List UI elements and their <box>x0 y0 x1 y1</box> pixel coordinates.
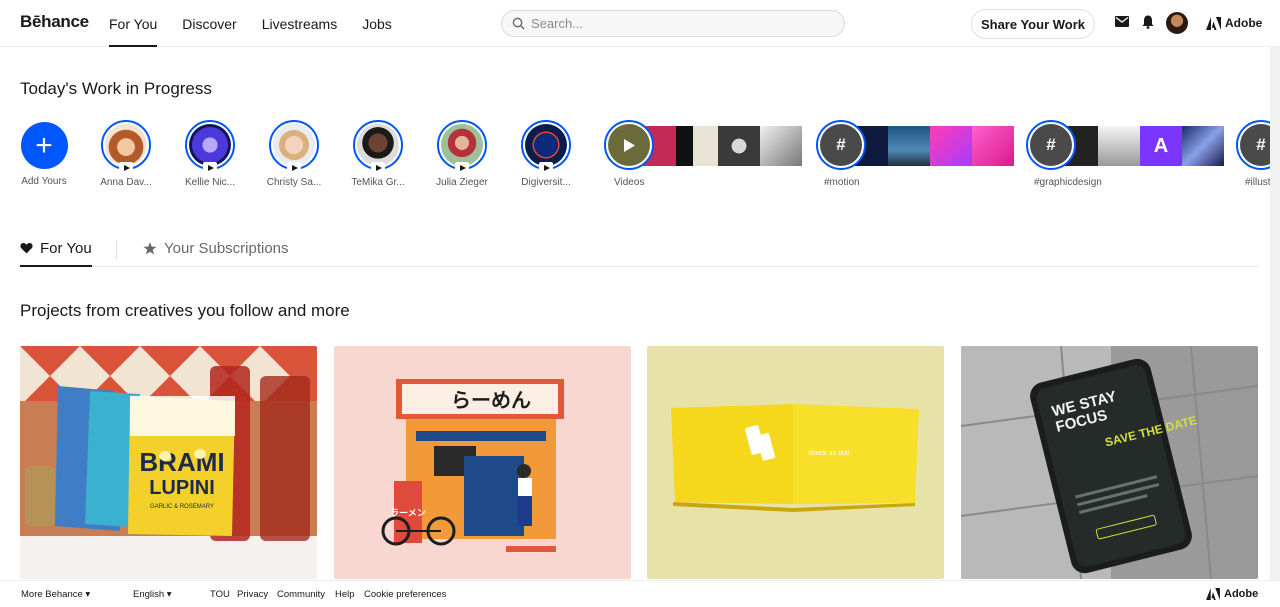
nav-livestreams[interactable]: Livestreams <box>262 0 337 47</box>
hashtag-icon: # <box>820 124 862 166</box>
tab-label: Your Subscriptions <box>164 239 289 257</box>
card3-text: check us out! <box>808 450 849 457</box>
story-item[interactable]: Digiversit... <box>516 120 576 188</box>
footer-link-privacy[interactable]: Privacy <box>237 589 268 600</box>
search-icon <box>512 17 525 30</box>
top-navigation-bar: Bēhance For You Discover Livestreams Job… <box>0 0 1280 47</box>
story-label: Kellie Nic... <box>184 177 235 188</box>
adobe-icon <box>1206 588 1220 600</box>
story-item[interactable]: Christy Sa... <box>264 120 324 188</box>
project-thumbnail: WE STAY FOCUS SAVE THE DATE <box>961 346 1258 579</box>
footer-language[interactable]: English ▾ <box>133 589 172 600</box>
add-icon[interactable]: + <box>20 122 68 169</box>
nav-for-you[interactable]: For You <box>109 0 158 47</box>
mail-icon[interactable] <box>1115 16 1129 27</box>
story-label: TeMika Gr... <box>351 177 405 188</box>
card1-product: LUPINI <box>149 477 215 499</box>
hashtag-icon: # <box>1030 124 1072 166</box>
bell-icon[interactable] <box>1142 15 1154 29</box>
footer-link-help[interactable]: Help <box>335 589 355 600</box>
footer: More Behance ▾ English ▾ TOU Privacy Com… <box>0 580 1280 607</box>
footer-language-label: English <box>133 589 165 600</box>
project-card[interactable]: らーめん ラーメン <box>334 346 631 579</box>
card2-sign: らーめん <box>451 388 531 412</box>
group-thumbnails <box>846 126 1014 166</box>
stories-row: + Add Yours Anna Dav... Kellie Nic... Ch… <box>0 120 1280 195</box>
project-thumbnail: BRAMI LUPINI GARLIC & ROSEMARY <box>20 346 317 579</box>
tab-for-you[interactable]: For You <box>20 233 92 267</box>
heart-icon <box>20 242 33 254</box>
page-scrollbar[interactable] <box>1270 47 1280 580</box>
footer-more-label: More Behance <box>21 589 83 600</box>
play-icon <box>119 162 133 173</box>
adobe-icon <box>1206 16 1221 30</box>
story-label: Add Yours <box>21 176 67 187</box>
project-card[interactable]: WE STAY FOCUS SAVE THE DATE <box>961 346 1258 579</box>
play-icon <box>287 162 301 173</box>
nav-discover[interactable]: Discover <box>182 0 236 47</box>
nav-jobs[interactable]: Jobs <box>362 0 392 47</box>
play-icon <box>539 162 553 173</box>
tab-divider <box>116 241 117 259</box>
story-label: Christy Sa... <box>266 177 322 188</box>
search-input[interactable] <box>531 16 831 31</box>
share-your-work-button[interactable]: Share Your Work <box>971 9 1095 39</box>
footer-adobe[interactable]: Adobe <box>1206 588 1258 600</box>
card1-brand: BRAMI <box>139 447 224 477</box>
card1-sub: GARLIC & ROSEMARY <box>150 504 214 510</box>
adobe-label: Adobe <box>1225 16 1263 30</box>
tab-label: For You <box>40 239 92 257</box>
story-item[interactable]: Kellie Nic... <box>180 120 240 188</box>
project-card[interactable]: BRAMI LUPINI GARLIC & ROSEMARY <box>20 346 317 579</box>
story-item[interactable]: Julia Zieger <box>432 120 492 188</box>
group-thumbnails <box>634 126 802 166</box>
star-icon <box>143 241 157 254</box>
play-icon <box>203 162 217 173</box>
group-thumbnails: A <box>1056 126 1224 166</box>
adobe-link[interactable]: Adobe <box>1206 16 1262 30</box>
main-nav: For You Discover Livestreams Jobs <box>109 0 417 47</box>
play-icon <box>624 138 635 152</box>
play-icon <box>371 162 385 173</box>
story-add-yours[interactable]: + Add Yours <box>14 120 74 187</box>
footer-link-tou[interactable]: TOU <box>210 589 230 600</box>
play-icon <box>455 162 469 173</box>
footer-more-behance[interactable]: More Behance ▾ <box>21 589 90 600</box>
group-label: #motion <box>824 177 860 188</box>
footer-link-cookie-preferences[interactable]: Cookie preferences <box>364 589 446 600</box>
wip-section-title: Today's Work in Progress <box>20 79 212 98</box>
search-bar[interactable] <box>501 10 845 37</box>
story-label: Digiversit... <box>521 177 571 188</box>
feed-tabs: For You Your Subscriptions <box>20 230 1258 267</box>
story-label: Julia Zieger <box>436 177 488 188</box>
project-thumbnail: らーめん ラーメン <box>334 346 631 579</box>
project-card[interactable]: check us out! <box>647 346 944 579</box>
group-label: Videos <box>614 177 645 188</box>
footer-link-community[interactable]: Community <box>277 589 325 600</box>
project-thumbnail: check us out! <box>647 346 944 579</box>
story-item[interactable]: Anna Dav... <box>96 120 156 188</box>
behance-logo[interactable]: Bēhance <box>20 12 89 32</box>
story-label: Anna Dav... <box>100 177 152 188</box>
user-avatar[interactable] <box>1166 12 1188 34</box>
group-label: #graphicdesign <box>1034 177 1102 188</box>
tab-your-subscriptions[interactable]: Your Subscriptions <box>143 233 289 263</box>
projects-section-title: Projects from creatives you follow and m… <box>20 301 350 320</box>
footer-adobe-label: Adobe <box>1224 588 1259 600</box>
story-item[interactable]: TeMika Gr... <box>348 120 408 188</box>
